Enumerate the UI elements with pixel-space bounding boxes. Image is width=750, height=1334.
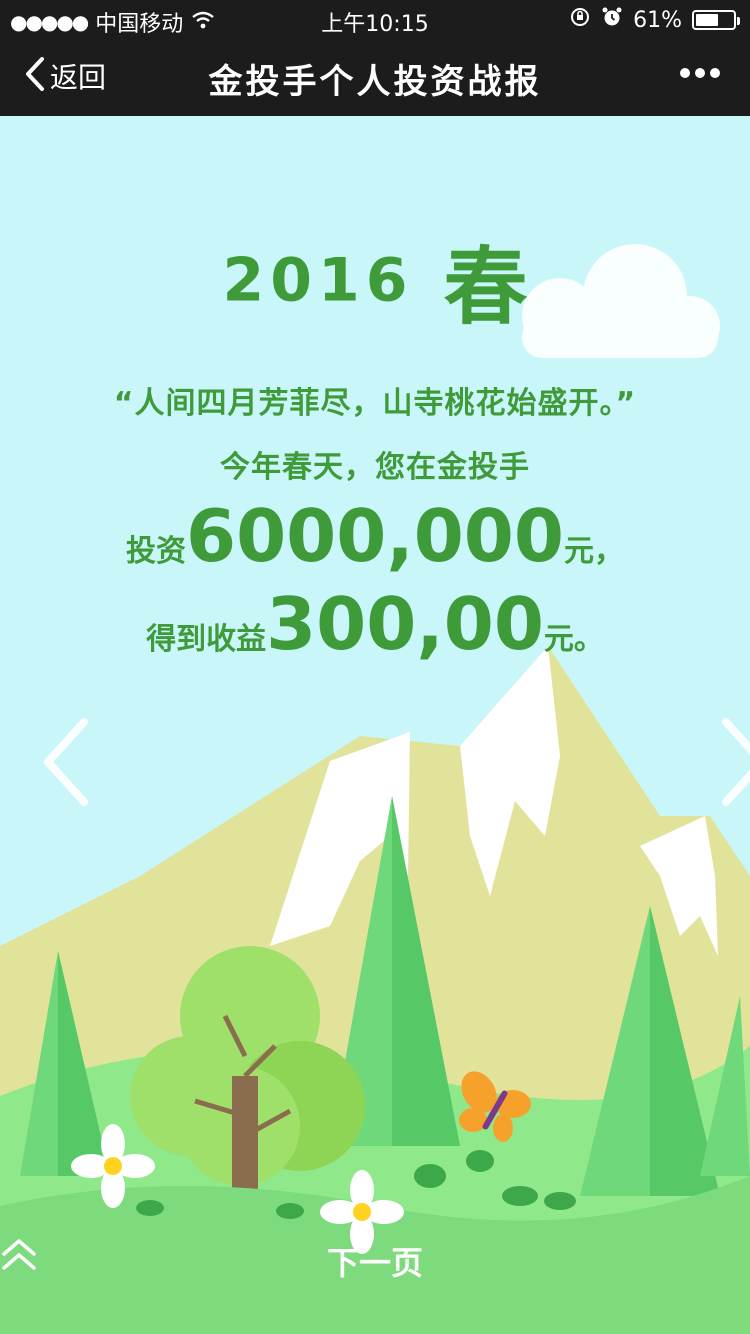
battery-icon	[692, 10, 740, 30]
report-headline: 2016 春	[0, 220, 750, 341]
next-page-label: 下一页	[326, 1244, 423, 1282]
investment-suffix: 元，	[564, 534, 625, 569]
report-year: 2016	[222, 245, 414, 316]
status-bar: ●●●●● 中国移动 上午10:15 61%	[0, 0, 750, 38]
alarm-icon	[601, 6, 623, 34]
investment-prefix: 投资	[125, 534, 186, 569]
status-right: 61%	[569, 6, 740, 34]
profit-suffix: 元。	[543, 622, 604, 657]
poem-quote: “人间四月芳菲尽，山寺桃花始盛开。”	[113, 386, 637, 421]
intro-text: 今年春天，您在金投手	[220, 450, 530, 485]
nav-bar: 返回 金投手个人投资战报	[0, 38, 750, 116]
report-page: 2016 春 “人间四月芳菲尽，山寺桃花始盛开。” 今年春天，您在金投手 投资60…	[0, 116, 750, 1334]
page-title: 金投手个人投资战报	[208, 62, 542, 102]
report-season: 春	[443, 238, 528, 336]
investment-line: 投资6000,000元，	[0, 494, 750, 578]
more-button[interactable]	[680, 64, 720, 83]
investment-amount: 6000,000	[185, 494, 565, 578]
battery-percent: 61%	[633, 7, 682, 33]
profit-line: 得到收益300,00元。	[0, 582, 750, 666]
profit-prefix: 得到收益	[146, 622, 267, 657]
profit-amount: 300,00	[266, 582, 544, 666]
rotation-lock-icon	[569, 6, 591, 34]
next-page-button[interactable]: 下一页	[0, 1238, 750, 1284]
battery-level	[696, 14, 718, 26]
more-dots-icon	[680, 64, 720, 83]
